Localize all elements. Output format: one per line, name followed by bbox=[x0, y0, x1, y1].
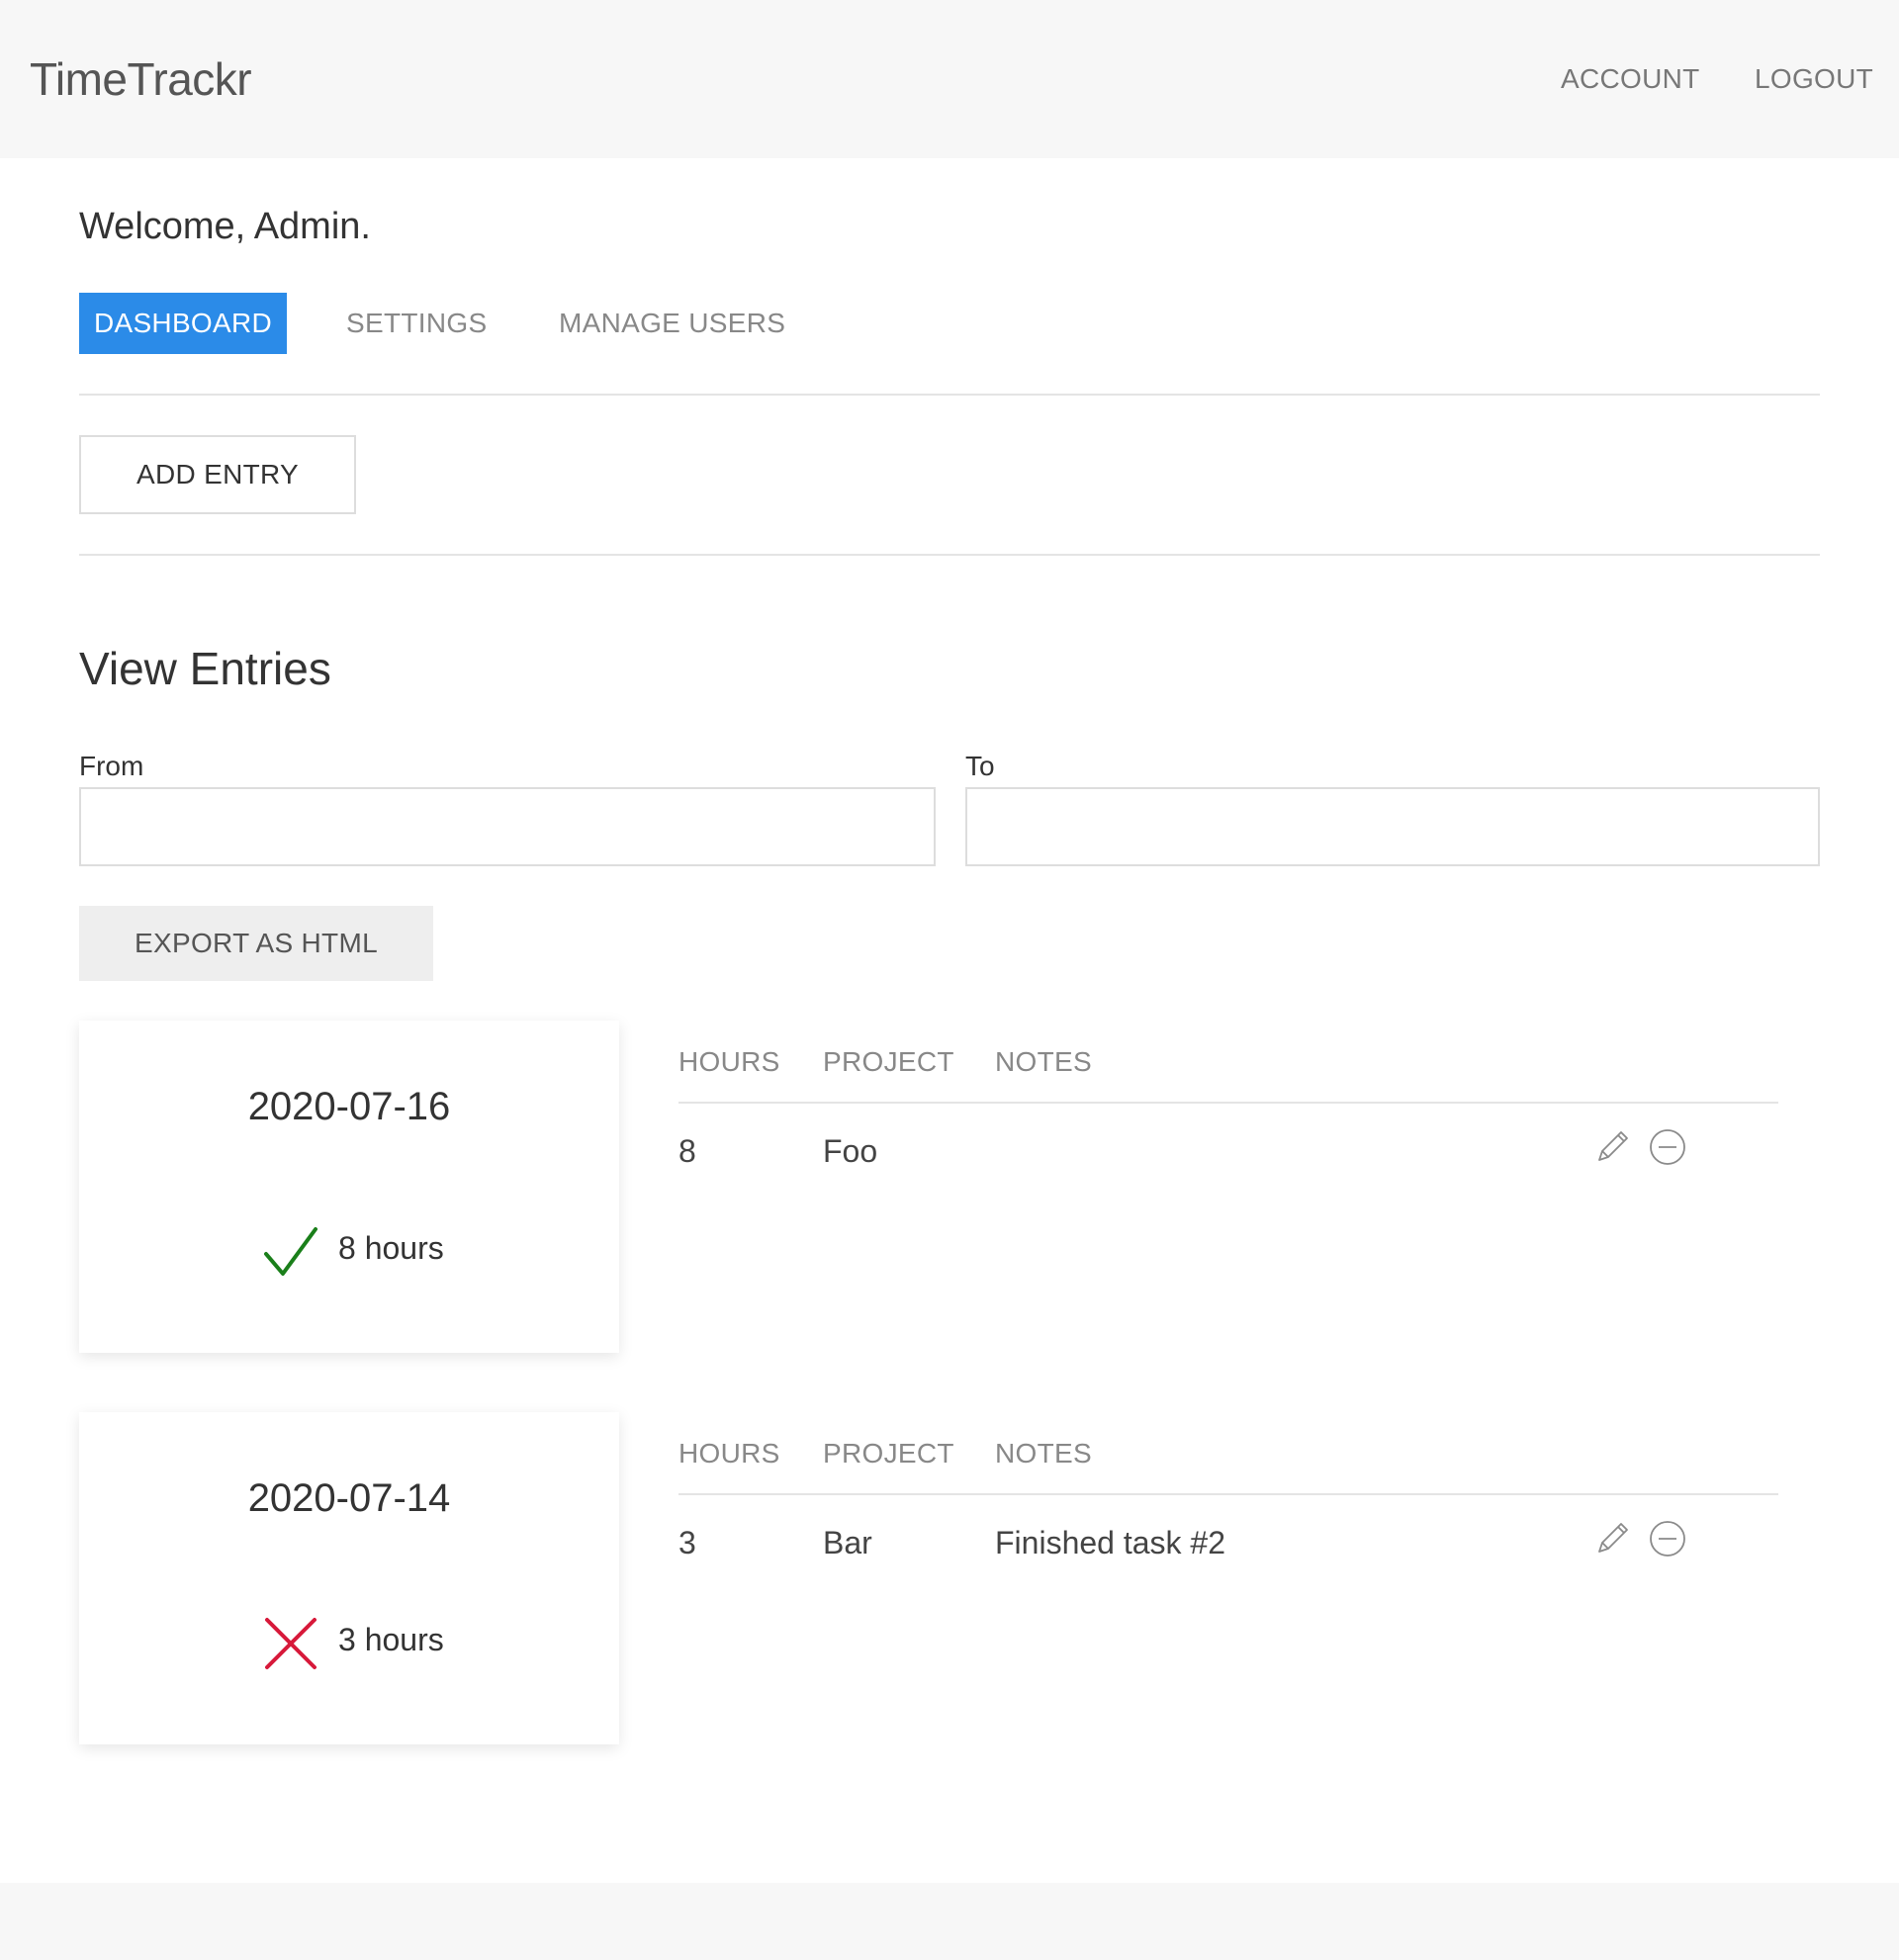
day-total-hours: 8 hours bbox=[338, 1230, 444, 1266]
to-date-input[interactable] bbox=[965, 787, 1820, 866]
pencil-icon[interactable] bbox=[1592, 1127, 1632, 1167]
column-header-project: PROJECT bbox=[823, 1046, 954, 1077]
add-entry-button[interactable]: ADD ENTRY bbox=[79, 435, 356, 514]
column-header-notes: NOTES bbox=[995, 1438, 1092, 1469]
nav-account-link[interactable]: ACCOUNT bbox=[1561, 61, 1700, 97]
welcome-message: Welcome, Admin. bbox=[79, 206, 371, 247]
export-html-button[interactable]: EXPORT AS HTML bbox=[79, 906, 433, 981]
from-label: From bbox=[79, 751, 144, 781]
page-footer bbox=[0, 1883, 1899, 1960]
view-entries-title: View Entries bbox=[79, 643, 331, 694]
nav-logout-link[interactable]: LOGOUT bbox=[1755, 61, 1873, 97]
divider bbox=[79, 394, 1820, 396]
remove-circle-icon[interactable] bbox=[1648, 1519, 1687, 1559]
from-date-input[interactable] bbox=[79, 787, 936, 866]
column-header-project: PROJECT bbox=[823, 1438, 954, 1469]
cross-icon bbox=[265, 1618, 316, 1669]
app-brand[interactable]: TimeTrackr bbox=[30, 49, 252, 109]
check-icon bbox=[264, 1227, 317, 1276]
entry-project: Foo bbox=[823, 1133, 878, 1169]
table-header-divider bbox=[678, 1102, 1778, 1104]
entry-hours: 3 bbox=[678, 1525, 696, 1560]
top-navbar: TimeTrackr ACCOUNT LOGOUT bbox=[0, 0, 1899, 158]
tab-settings[interactable]: SETTINGS bbox=[346, 293, 487, 354]
day-summary-card: 2020-07-14 3 hours bbox=[79, 1412, 619, 1744]
remove-circle-icon[interactable] bbox=[1648, 1127, 1687, 1167]
day-summary-card: 2020-07-16 8 hours bbox=[79, 1021, 619, 1353]
pencil-icon[interactable] bbox=[1592, 1519, 1632, 1559]
column-header-notes: NOTES bbox=[995, 1046, 1092, 1077]
day-date: 2020-07-16 bbox=[247, 1085, 451, 1128]
entry-notes: Finished task #2 bbox=[995, 1525, 1226, 1560]
column-header-hours: HOURS bbox=[678, 1438, 780, 1469]
divider bbox=[79, 554, 1820, 556]
entry-hours: 8 bbox=[678, 1133, 696, 1169]
day-total-hours: 3 hours bbox=[338, 1622, 444, 1657]
day-date: 2020-07-14 bbox=[247, 1476, 451, 1520]
entry-project: Bar bbox=[823, 1525, 872, 1560]
to-label: To bbox=[965, 751, 995, 781]
tab-dashboard[interactable]: DASHBOARD bbox=[79, 293, 287, 354]
column-header-hours: HOURS bbox=[678, 1046, 780, 1077]
table-header-divider bbox=[678, 1493, 1778, 1495]
tab-manage-users[interactable]: MANAGE USERS bbox=[559, 293, 785, 354]
